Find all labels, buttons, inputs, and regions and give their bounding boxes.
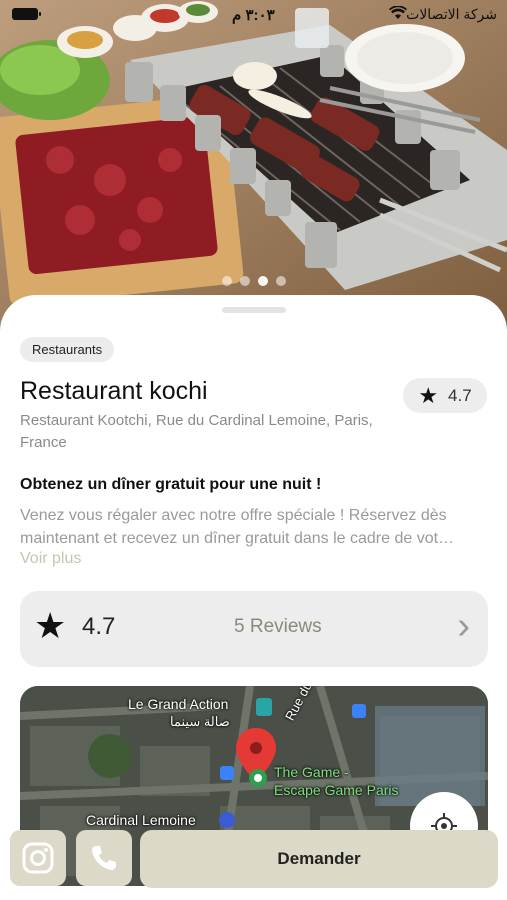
star-icon: ★ — [34, 605, 67, 646]
offer-description-line2: maintenant et recevez un dîner gratuit d… — [20, 530, 455, 547]
gallery-dot[interactable] — [275, 276, 286, 286]
rating-value: 4.7 — [448, 385, 472, 405]
star-icon: ★ — [418, 382, 439, 408]
map-label-metro: Cardinal Lemoine — [86, 812, 196, 828]
gallery-pagination[interactable] — [0, 276, 507, 286]
rating-pill: ★ 4.7 — [403, 378, 487, 413]
reviews-card[interactable]: ★ 4.7 5 Reviews › — [20, 591, 488, 667]
map-label-cinema-ar: صالة سينما — [170, 714, 230, 729]
battery-icon — [12, 8, 41, 20]
map-label-poi-line2: Escape Game Paris — [274, 782, 399, 798]
reviews-count: 5 Reviews — [234, 616, 322, 637]
map-label-poi-line1: The Game - — [274, 764, 349, 780]
offer-description: Venez vous régaler avec notre offre spéc… — [20, 504, 490, 550]
gallery-dot-active[interactable] — [257, 276, 268, 286]
gallery-dot[interactable] — [221, 276, 232, 286]
restaurant-address: Restaurant Kootchi, Rue du Cardinal Lemo… — [20, 412, 373, 451]
instagram-button[interactable] — [10, 830, 66, 886]
carrier-name: شركة الاتصالات — [406, 6, 497, 22]
gallery-dot[interactable] — [239, 276, 250, 286]
instagram-icon — [22, 842, 54, 874]
chevron-right-icon: › — [457, 605, 470, 647]
phone-icon — [92, 846, 116, 870]
ask-button[interactable]: Demander — [140, 830, 498, 888]
category-chip[interactable]: Restaurants — [20, 337, 115, 362]
offer-title: Obtenez un dîner gratuit pour une nuit ! — [20, 476, 322, 493]
see-more-link[interactable]: Voir plus — [20, 550, 81, 568]
offer-description-line1: Venez vous régaler avec notre offre spéc… — [20, 507, 447, 524]
reviews-rating: 4.7 — [82, 613, 116, 640]
wifi-icon — [389, 5, 407, 23]
sheet-drag-handle[interactable] — [222, 307, 286, 313]
call-button[interactable] — [76, 830, 132, 886]
restaurant-name: Restaurant kochi — [20, 377, 208, 405]
map-label-cinema: Le Grand Action — [128, 696, 229, 712]
status-time: ٣:٠٣ م — [232, 7, 275, 24]
status-bar: ٣:٠٣ م شركة الاتصالات — [0, 0, 507, 30]
